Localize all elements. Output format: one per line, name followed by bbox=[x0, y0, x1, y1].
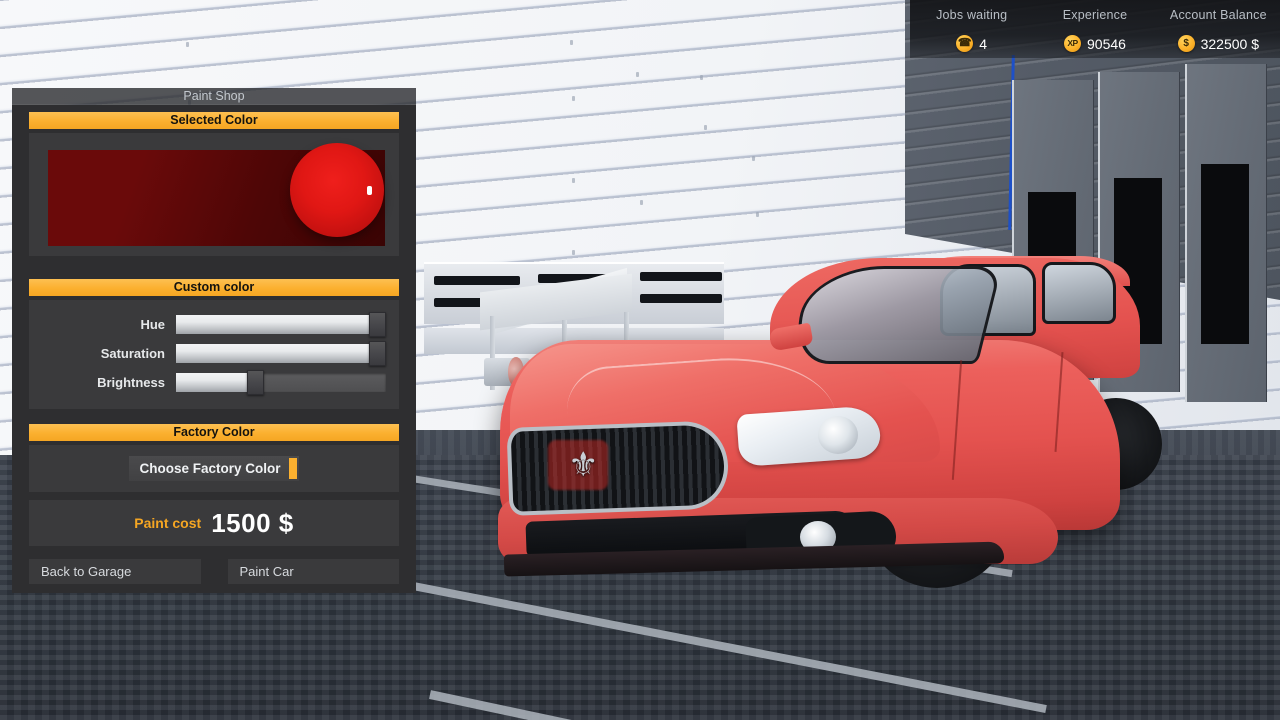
hue-slider-fill bbox=[176, 315, 378, 334]
hud-label-text: Experience bbox=[1062, 7, 1128, 22]
hud-values-row: ☎ 4 XP 90546 $ 322500 $ bbox=[910, 29, 1280, 58]
hud-value-experience: XP 90546 bbox=[1033, 35, 1156, 52]
back-to-garage-button[interactable]: Back to Garage bbox=[29, 559, 201, 584]
vehicle: ⚜ bbox=[470, 248, 1162, 588]
choose-factory-color-button[interactable]: Choose Factory Color bbox=[128, 455, 300, 482]
choose-factory-color-label: Choose Factory Color bbox=[139, 461, 281, 476]
brightness-slider[interactable] bbox=[176, 370, 386, 395]
car-emblem-icon: ⚜ bbox=[568, 446, 599, 484]
slider-row-hue: Hue bbox=[29, 310, 399, 339]
panel-footer: Back to Garage Paint Car bbox=[12, 559, 416, 593]
brightness-slider-knob[interactable] bbox=[247, 370, 264, 395]
custom-color-sliders: Hue Saturation Brightness bbox=[29, 300, 399, 409]
hud-bar: Jobs waiting Experience Account Balance … bbox=[910, 0, 1280, 58]
hue-label: Hue bbox=[140, 317, 165, 332]
saturation-slider-fill bbox=[176, 344, 378, 363]
hud-label-text: Account Balance bbox=[1169, 7, 1267, 22]
hud-value-jobs-waiting: ☎ 4 bbox=[910, 35, 1033, 52]
xp-icon: XP bbox=[1064, 35, 1082, 52]
brightness-label: Brightness bbox=[97, 375, 165, 390]
paint-cost-label: Paint cost bbox=[134, 515, 202, 531]
jobs-waiting-value: 4 bbox=[979, 35, 988, 52]
paint-cost-box: Paint cost 1500 $ bbox=[29, 500, 399, 546]
hud-value-account-balance: $ 322500 $ bbox=[1157, 35, 1280, 52]
factory-color-swatch bbox=[288, 458, 297, 479]
hud-label-account-balance: Account Balance bbox=[1157, 6, 1280, 24]
hud-label-experience: Experience bbox=[1033, 6, 1156, 24]
paint-car-button[interactable]: Paint Car bbox=[227, 559, 399, 584]
custom-color-header: Custom color bbox=[29, 279, 399, 296]
account-balance-value: 322500 $ bbox=[1200, 35, 1260, 52]
sphere-highlight bbox=[367, 186, 372, 195]
hud-labels-row: Jobs waiting Experience Account Balance bbox=[910, 0, 1280, 29]
slider-row-brightness: Brightness bbox=[29, 368, 399, 397]
saturation-slider[interactable] bbox=[176, 341, 386, 366]
phone-icon: ☎ bbox=[956, 35, 974, 52]
selected-color-header: Selected Color bbox=[29, 112, 399, 129]
paint-cost-value: 1500 $ bbox=[211, 507, 294, 538]
factory-color-section: Choose Factory Color bbox=[29, 445, 399, 492]
slider-row-saturation: Saturation bbox=[29, 339, 399, 368]
panel-title: Paint Shop bbox=[12, 88, 416, 105]
hue-slider-knob[interactable] bbox=[369, 312, 386, 337]
hud-label-jobs-waiting: Jobs waiting bbox=[910, 6, 1033, 24]
brightness-slider-fill bbox=[176, 373, 256, 392]
money-icon: $ bbox=[1177, 35, 1195, 52]
hud-label-text: Jobs waiting bbox=[936, 7, 1008, 22]
saturation-slider-knob[interactable] bbox=[369, 341, 386, 366]
hue-slider[interactable] bbox=[176, 312, 386, 337]
factory-color-header: Factory Color bbox=[29, 424, 399, 441]
experience-value: 90546 bbox=[1087, 35, 1126, 52]
saturation-label: Saturation bbox=[100, 346, 165, 361]
